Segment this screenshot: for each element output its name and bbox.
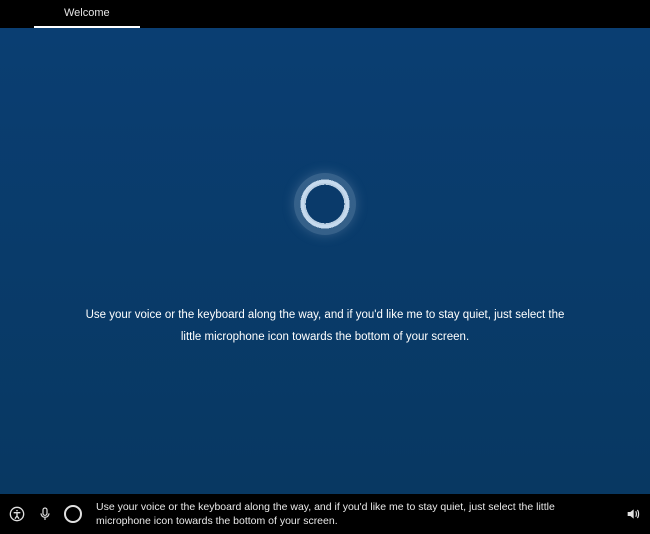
footer-caption: Use your voice or the keyboard along the… <box>92 500 614 528</box>
tab-label: Welcome <box>64 7 110 19</box>
cortana-ring-icon <box>294 173 356 235</box>
cortana-small-ring-icon[interactable] <box>64 505 82 523</box>
footer-bar: Use your voice or the keyboard along the… <box>0 494 650 534</box>
volume-icon[interactable] <box>624 505 642 523</box>
oobe-welcome-screen: Welcome Use your voice or the keyboard a… <box>0 0 650 534</box>
main-panel: Use your voice or the keyboard along the… <box>0 28 650 494</box>
tab-welcome[interactable]: Welcome <box>34 0 140 28</box>
cortana-instruction-text: Use your voice or the keyboard along the… <box>85 305 565 349</box>
microphone-icon[interactable] <box>36 505 54 523</box>
accessibility-icon[interactable] <box>8 505 26 523</box>
header-bar: Welcome <box>0 0 650 28</box>
